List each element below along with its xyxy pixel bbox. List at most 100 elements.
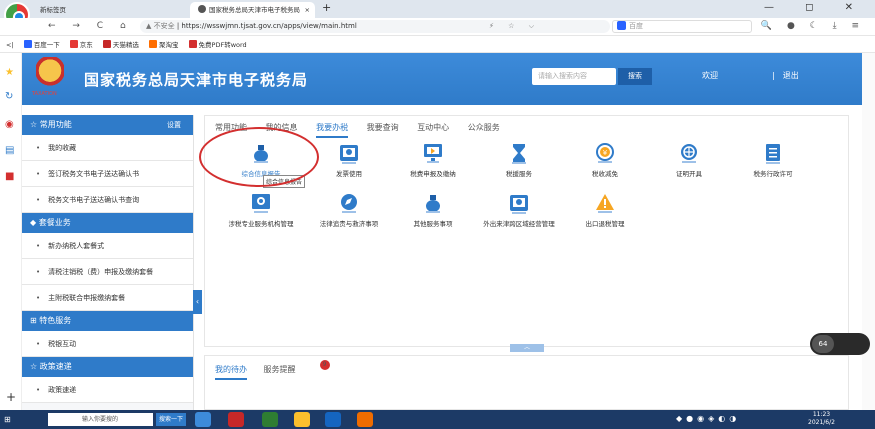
menu-item-confirmation-query[interactable]: 税务文书电子送达确认书查询	[22, 187, 193, 213]
service-professional-agency[interactable]: 涉税专业服务机构管理	[217, 192, 305, 228]
taskbar-search-button[interactable]: 搜索一下	[156, 413, 186, 426]
browser-toolbar-icons[interactable]: 🔍 ● ☾ ⤓ ≡	[761, 21, 865, 31]
security-warning: ▲ 不安全	[146, 22, 175, 30]
bookmark-back-icon[interactable]: <|	[6, 37, 14, 53]
tab-tax-handling[interactable]: 我要办税	[316, 122, 349, 138]
speed-value: 64	[812, 335, 834, 353]
menu-section-special[interactable]: ⊞ 特色服务	[22, 311, 193, 331]
folder-icon[interactable]	[357, 412, 373, 427]
taskbar-search-input[interactable]: 输入你要搜的	[48, 413, 153, 426]
hourglass-icon	[512, 144, 526, 164]
app-grid-icon[interactable]	[228, 412, 244, 427]
service-tax-reduction[interactable]: ¥ 税收减免	[561, 142, 649, 178]
address-bar: ← → C ⌂ ↺ ☆ ▲ 不安全 | https://wsswjmn.tjsa…	[0, 18, 875, 36]
ie-icon[interactable]	[195, 412, 211, 427]
menu-item-joint-declaration[interactable]: 主附税联合申报缴纳套餐	[22, 285, 193, 311]
tab-my-todo[interactable]: 我的待办	[215, 364, 247, 380]
tab-query[interactable]: 我要查询	[367, 122, 399, 136]
reader-icon[interactable]: ▤	[5, 145, 14, 156]
globe-icon	[681, 144, 697, 163]
tab-close-icon[interactable]: ×	[305, 2, 310, 18]
bag-icon	[426, 195, 440, 213]
tab-tax-bureau[interactable]: 国家税务总局天津市电子税务局 ×	[190, 2, 315, 18]
todo-panel: 我的待办 服务提醒9	[204, 355, 849, 410]
site-favicon-icon	[198, 5, 206, 13]
bookmark-tmall[interactable]: 天猫精选	[102, 37, 139, 53]
menu-collapse-button[interactable]: ‹	[193, 290, 202, 314]
baidu-icon	[617, 21, 626, 30]
site-search-button[interactable]: 搜索	[618, 68, 652, 85]
url-text: https://wsswjmn.tjsat.gov.cn/apps/view/m…	[181, 22, 357, 30]
bookmarks-bar: <| 百度一下 京东 天猫精选 聚淘宝 免费PDF转word	[0, 37, 875, 53]
left-menu: ☆ 常用功能设置 我的收藏 签订税务文书电子送达确认书 税务文书电子送达确认书查…	[22, 115, 194, 410]
taskbar-clock[interactable]: 11:23 2021/6/2	[808, 411, 835, 427]
bookmark-baidu[interactable]: 百度一下	[23, 37, 60, 53]
page-title: 国家税务总局天津市电子税务局	[84, 71, 309, 89]
menu-item-policy[interactable]: 政策速递	[22, 377, 193, 403]
page-scrollbar[interactable]	[862, 53, 875, 410]
logout-link[interactable]: 退出	[772, 70, 799, 81]
todo-tabs: 我的待办 服务提醒9	[215, 360, 348, 381]
menu-item-new-taxpayer[interactable]: 新办纳税人套餐式	[22, 233, 193, 259]
emblem-caption: TAXATION	[32, 91, 57, 97]
invoice-icon	[340, 145, 358, 164]
menu-item-sign-confirmation[interactable]: 签订税务文书电子送达确认书	[22, 161, 193, 187]
taskbar: ⊞ 输入你要搜的 搜索一下 ◆●◉◈◐◑ 11:23 2021/6/2	[0, 410, 875, 429]
url-field[interactable]: ▲ 不安全 | https://wsswjmn.tjsat.gov.cn/app…	[140, 20, 610, 33]
service-legal-remedy[interactable]: 法律追责与救济事项	[305, 192, 393, 228]
start-button[interactable]: ⊞	[4, 411, 36, 428]
svg-text:¥: ¥	[603, 149, 608, 157]
tab-new[interactable]: 新标签页	[32, 2, 180, 18]
menu-item-favorites[interactable]: 我的收藏	[22, 135, 193, 161]
screen-icon	[252, 194, 270, 213]
highlight-circle	[199, 127, 319, 187]
bookmark-taobao[interactable]: 聚淘宝	[148, 37, 178, 53]
browser-sidebar: ★ ↻ ◉ ▤ ■	[0, 53, 22, 410]
invoice-icon	[510, 195, 528, 214]
service-other[interactable]: 其他服务事项	[389, 192, 477, 228]
app-icon[interactable]: ■	[5, 171, 14, 182]
tab-service-reminder[interactable]: 服务提醒9	[264, 360, 334, 381]
warning-icon	[596, 194, 614, 213]
history-icon[interactable]: ↻	[5, 91, 13, 102]
chrome-icon[interactable]	[294, 412, 310, 427]
tab-public-service[interactable]: 公众服务	[468, 122, 500, 136]
monitor-icon	[424, 144, 442, 163]
service-export-rebate[interactable]: 出口退税管理	[561, 192, 649, 228]
browser-tab-bar: 新标签页 国家税务总局天津市电子税务局 × + — ◻ ✕	[0, 0, 875, 18]
site-search-input[interactable]: 请输入搜索内容	[532, 68, 616, 85]
bookmark-pdf[interactable]: 免费PDF转word	[188, 37, 247, 53]
bookmark-star-icon[interactable]: ⚡ ☆ ⌵	[489, 20, 540, 33]
speed-widget[interactable]: 64	[810, 333, 870, 355]
menu-item-bank-tax[interactable]: 税银互动	[22, 331, 193, 357]
word-icon[interactable]	[325, 412, 341, 427]
eye-icon[interactable]: ◉	[5, 119, 14, 130]
edge-icon[interactable]	[262, 412, 278, 427]
menu-section-policy[interactable]: ☆ 政策速递	[22, 357, 193, 377]
new-tab-button[interactable]: +	[322, 1, 331, 14]
yuan-cycle-icon: ¥	[596, 143, 614, 163]
tab-interaction[interactable]: 互动中心	[417, 122, 449, 136]
reminder-badge: 9	[319, 360, 330, 370]
window-controls[interactable]: — ◻ ✕	[764, 2, 867, 13]
browser-search-input[interactable]: 百度	[612, 20, 752, 33]
menu-item-deregistration[interactable]: 清税注销税（费）申报及缴纳套餐	[22, 259, 193, 285]
welcome-text: 欢迎	[702, 71, 718, 80]
system-tray-icons[interactable]: ◆●◉◈◐◑	[676, 414, 740, 423]
settings-link[interactable]: 设置	[167, 115, 181, 135]
service-certificate[interactable]: 证明开具	[645, 142, 733, 178]
site-header: TAXATION 国家税务总局天津市电子税务局 请输入搜索内容 搜索 欢迎 退出	[22, 53, 862, 105]
compass-icon	[341, 194, 357, 213]
bookmark-jd[interactable]: 京东	[69, 37, 93, 53]
menu-section-package[interactable]: ◆ 套餐业务	[22, 213, 193, 233]
tax-emblem-icon	[36, 57, 64, 91]
menu-section-common[interactable]: ☆ 常用功能 设置	[22, 115, 193, 135]
service-declaration-payment[interactable]: 税费申报及缴纳	[389, 142, 477, 178]
service-administrative-license[interactable]: 税务行政许可	[729, 142, 817, 178]
document-icon	[766, 144, 780, 164]
favorites-star-icon[interactable]: ★	[5, 67, 14, 78]
service-cross-region[interactable]: 外出来津跨区域经营管理	[475, 192, 563, 228]
sidebar-add-icon[interactable]: +	[6, 390, 16, 404]
service-tax-assistance[interactable]: 税援服务	[475, 142, 563, 178]
panel-fold-button[interactable]: ︿	[510, 344, 544, 352]
